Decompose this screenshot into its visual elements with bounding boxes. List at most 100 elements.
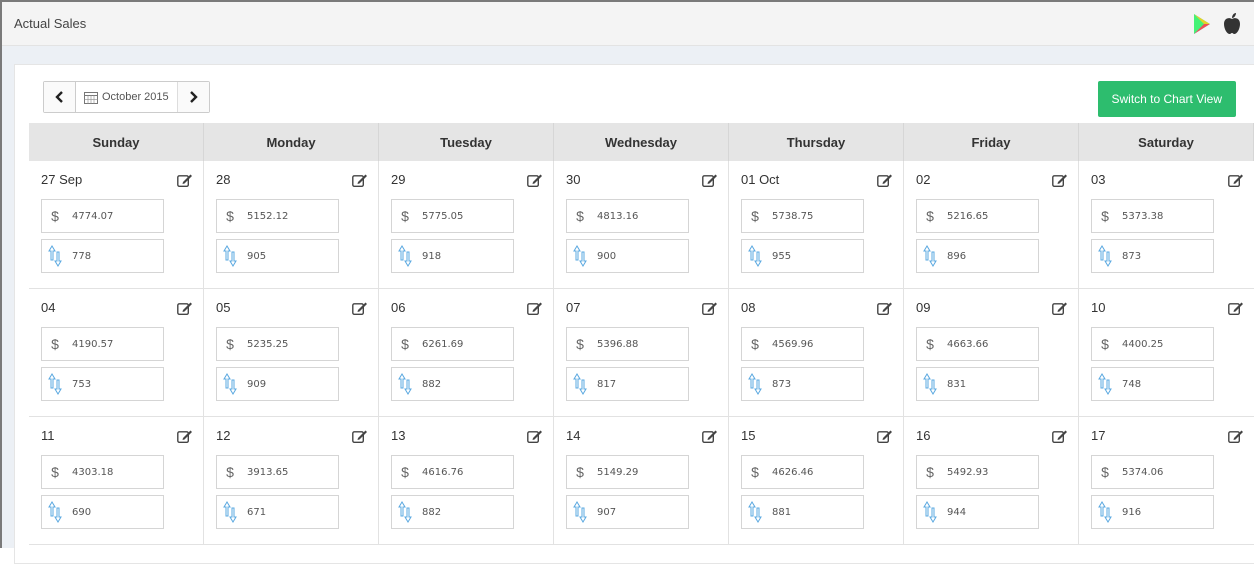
day-date: 16 [916, 428, 931, 443]
transaction-count-field[interactable]: 753 [41, 367, 164, 401]
transaction-count-field[interactable]: 955 [741, 239, 864, 273]
transaction-count-value: 918 [422, 250, 442, 262]
edit-icon[interactable] [177, 301, 193, 315]
transaction-count-field[interactable]: 690 [41, 495, 164, 529]
edit-icon[interactable] [877, 173, 893, 187]
sales-amount-field[interactable]: $4190.57 [41, 327, 164, 361]
edit-icon[interactable] [352, 301, 368, 315]
dollar-icon: $ [1101, 208, 1109, 224]
edit-icon[interactable] [702, 173, 718, 187]
edit-icon[interactable] [877, 429, 893, 443]
edit-icon[interactable] [702, 301, 718, 315]
transaction-count-value: 671 [247, 506, 267, 518]
transaction-count-field[interactable]: 916 [1091, 495, 1214, 529]
sales-amount-field[interactable]: $5216.65 [916, 199, 1039, 233]
up-down-arrows-icon [1092, 240, 1118, 272]
transaction-count-field[interactable]: 881 [741, 495, 864, 529]
edit-icon[interactable] [177, 173, 193, 187]
sales-amount-value: 5396.88 [597, 338, 639, 350]
sales-amount-value: 3913.65 [247, 466, 289, 478]
transaction-count-value: 905 [247, 250, 267, 262]
transaction-count-field[interactable]: 944 [916, 495, 1039, 529]
sales-amount-field[interactable]: $5149.29 [566, 455, 689, 489]
edit-icon[interactable] [702, 429, 718, 443]
transaction-count-field[interactable]: 778 [41, 239, 164, 273]
sales-amount-field[interactable]: $4616.76 [391, 455, 514, 489]
sales-amount-field[interactable]: $5738.75 [741, 199, 864, 233]
transaction-count-field[interactable]: 896 [916, 239, 1039, 273]
edit-icon[interactable] [1228, 429, 1244, 443]
transaction-count-field[interactable]: 907 [566, 495, 689, 529]
sales-amount-field[interactable]: $5775.05 [391, 199, 514, 233]
edit-icon[interactable] [527, 429, 543, 443]
sales-amount-field[interactable]: $4774.07 [41, 199, 164, 233]
sales-amount-value: 4616.76 [422, 466, 464, 478]
transaction-count-field[interactable]: 882 [391, 495, 514, 529]
month-selector[interactable]: October 2015 [76, 82, 177, 112]
transaction-count-field[interactable]: 900 [566, 239, 689, 273]
sales-amount-field[interactable]: $5373.38 [1091, 199, 1214, 233]
dollar-icon: $ [926, 464, 934, 480]
sales-amount-field[interactable]: $4569.96 [741, 327, 864, 361]
dollar-icon: $ [401, 208, 409, 224]
transaction-count-value: 909 [247, 378, 267, 390]
transaction-count-field[interactable]: 909 [216, 367, 339, 401]
prev-month-button[interactable] [44, 82, 76, 112]
edit-icon[interactable] [352, 173, 368, 187]
sales-amount-field[interactable]: $3913.65 [216, 455, 339, 489]
edit-icon[interactable] [877, 301, 893, 315]
sales-amount-field[interactable]: $4400.25 [1091, 327, 1214, 361]
dollar-icon: $ [576, 464, 584, 480]
sales-amount-value: 4774.07 [72, 210, 114, 222]
transaction-count-field[interactable]: 817 [566, 367, 689, 401]
transaction-count-field[interactable]: 671 [216, 495, 339, 529]
sales-amount-field[interactable]: $5492.93 [916, 455, 1039, 489]
sales-amount-field[interactable]: $6261.69 [391, 327, 514, 361]
edit-icon[interactable] [1228, 173, 1244, 187]
transaction-count-value: 944 [947, 506, 967, 518]
transaction-count-field[interactable]: 873 [1091, 239, 1214, 273]
day-cell: 11 $4303.18 690 [29, 417, 204, 544]
transaction-count-field[interactable]: 831 [916, 367, 1039, 401]
sales-amount-value: 5373.38 [1122, 210, 1164, 222]
edit-icon[interactable] [527, 301, 543, 315]
day-date: 05 [216, 300, 231, 315]
day-cell: 14 $5149.29 907 [554, 417, 729, 544]
transaction-count-field[interactable]: 748 [1091, 367, 1214, 401]
day-cell: 01 Oct $5738.75 955 [729, 161, 904, 288]
switch-to-chart-view-button[interactable]: Switch to Chart View [1097, 81, 1236, 117]
sales-amount-value: 5374.06 [1122, 466, 1164, 478]
edit-icon[interactable] [1052, 429, 1068, 443]
transaction-count-field[interactable]: 918 [391, 239, 514, 273]
sales-amount-field[interactable]: $5235.25 [216, 327, 339, 361]
edit-icon[interactable] [1228, 301, 1244, 315]
edit-icon[interactable] [527, 173, 543, 187]
up-down-arrows-icon [567, 496, 593, 528]
up-down-arrows-icon [217, 368, 243, 400]
dollar-icon: $ [51, 208, 59, 224]
sales-amount-field[interactable]: $4626.46 [741, 455, 864, 489]
edit-icon[interactable] [1052, 301, 1068, 315]
day-date: 15 [741, 428, 756, 443]
dollar-icon: $ [226, 208, 234, 224]
transaction-count-field[interactable]: 882 [391, 367, 514, 401]
sales-amount-field[interactable]: $4663.66 [916, 327, 1039, 361]
day-date: 30 [566, 172, 581, 187]
sales-amount-value: 5235.25 [247, 338, 289, 350]
up-down-arrows-icon [567, 240, 593, 272]
up-down-arrows-icon [217, 240, 243, 272]
next-month-button[interactable] [176, 82, 209, 112]
sales-amount-field[interactable]: $4303.18 [41, 455, 164, 489]
sales-amount-field[interactable]: $5374.06 [1091, 455, 1214, 489]
google-play-icon[interactable] [1192, 13, 1212, 40]
apple-icon[interactable] [1222, 12, 1242, 41]
edit-icon[interactable] [177, 429, 193, 443]
edit-icon[interactable] [1052, 173, 1068, 187]
transaction-count-value: 748 [1122, 378, 1142, 390]
sales-amount-field[interactable]: $4813.16 [566, 199, 689, 233]
edit-icon[interactable] [352, 429, 368, 443]
transaction-count-field[interactable]: 905 [216, 239, 339, 273]
sales-amount-field[interactable]: $5396.88 [566, 327, 689, 361]
sales-amount-field[interactable]: $5152.12 [216, 199, 339, 233]
transaction-count-field[interactable]: 873 [741, 367, 864, 401]
